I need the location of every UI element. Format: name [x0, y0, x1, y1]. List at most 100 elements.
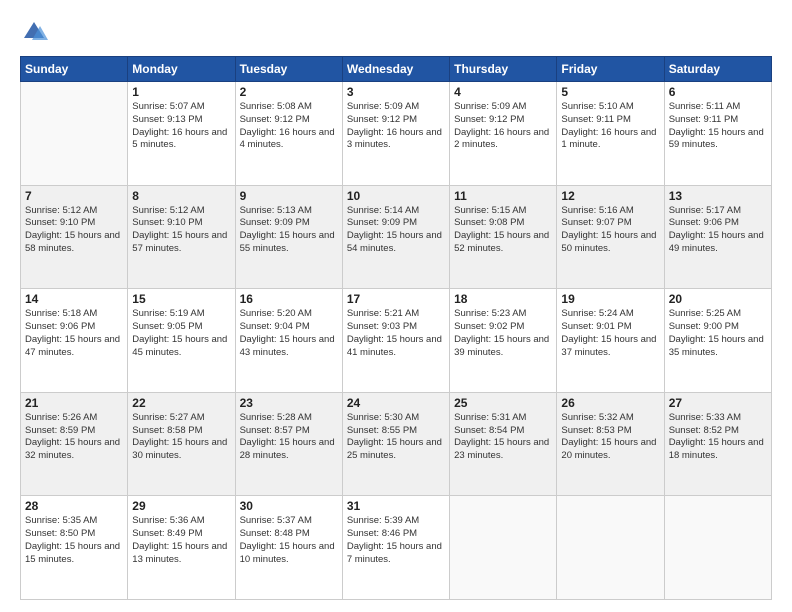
day-info: Sunrise: 5:16 AMSunset: 9:07 PMDaylight:… — [561, 205, 659, 256]
day-number: 25 — [454, 396, 552, 410]
calendar-cell: 14Sunrise: 5:18 AMSunset: 9:06 PMDayligh… — [21, 289, 128, 393]
day-number: 28 — [25, 499, 123, 513]
day-info: Sunrise: 5:23 AMSunset: 9:02 PMDaylight:… — [454, 308, 552, 359]
day-number: 29 — [132, 499, 230, 513]
calendar-week-row: 21Sunrise: 5:26 AMSunset: 8:59 PMDayligh… — [21, 392, 772, 496]
calendar-cell: 21Sunrise: 5:26 AMSunset: 8:59 PMDayligh… — [21, 392, 128, 496]
calendar-cell: 8 Sunrise: 5:12 AMSunset: 9:10 PMDaylight… — [128, 185, 235, 289]
calendar-cell — [21, 82, 128, 186]
calendar-cell: 26 Sunrise: 5:32 AMSunset: 8:53 PMDayligh… — [557, 392, 664, 496]
day-info: Sunrise: 5:09 AMSunset: 9:12 PMDaylight:… — [454, 101, 552, 152]
day-info: Sunrise: 5:24 AMSunset: 9:01 PMDaylight:… — [561, 308, 659, 359]
page: SundayMondayTuesdayWednesdayThursdayFrid… — [0, 0, 792, 612]
day-number: 3 — [347, 85, 445, 99]
calendar-cell: 25 Sunrise: 5:31 AMSunset: 8:54 PMDayligh… — [450, 392, 557, 496]
day-info: Sunrise: 5:36 AMSunset: 8:49 PMDaylight:… — [132, 515, 230, 566]
day-info: Sunrise: 5:12 AMSunset: 9:10 PMDaylight:… — [25, 205, 123, 256]
day-number: 7 — [25, 189, 123, 203]
day-info: Sunrise: 5:19 AMSunset: 9:05 PMDaylight:… — [132, 308, 230, 359]
calendar-cell: 15 Sunrise: 5:19 AMSunset: 9:05 PMDayligh… — [128, 289, 235, 393]
calendar-cell: 11 Sunrise: 5:15 AMSunset: 9:08 PMDayligh… — [450, 185, 557, 289]
day-number: 27 — [669, 396, 767, 410]
day-number: 15 — [132, 292, 230, 306]
calendar-cell: 24 Sunrise: 5:30 AMSunset: 8:55 PMDayligh… — [342, 392, 449, 496]
day-number: 8 — [132, 189, 230, 203]
calendar-cell: 23 Sunrise: 5:28 AMSunset: 8:57 PMDayligh… — [235, 392, 342, 496]
logo — [20, 18, 52, 46]
day-info: Sunrise: 5:25 AMSunset: 9:00 PMDaylight:… — [669, 308, 767, 359]
calendar-cell: 30 Sunrise: 5:37 AMSunset: 8:48 PMDayligh… — [235, 496, 342, 600]
day-number: 26 — [561, 396, 659, 410]
calendar-cell: 5Sunrise: 5:10 AMSunset: 9:11 PMDaylight… — [557, 82, 664, 186]
calendar-cell — [450, 496, 557, 600]
day-info: Sunrise: 5:28 AMSunset: 8:57 PMDaylight:… — [240, 412, 338, 463]
day-number: 13 — [669, 189, 767, 203]
day-info: Sunrise: 5:07 AMSunset: 9:13 PMDaylight:… — [132, 101, 230, 152]
col-header-saturday: Saturday — [664, 57, 771, 82]
calendar-cell: 29 Sunrise: 5:36 AMSunset: 8:49 PMDayligh… — [128, 496, 235, 600]
day-info: Sunrise: 5:12 AMSunset: 9:10 PMDaylight:… — [132, 205, 230, 256]
logo-icon — [20, 18, 48, 46]
col-header-friday: Friday — [557, 57, 664, 82]
calendar-cell — [664, 496, 771, 600]
day-info: Sunrise: 5:37 AMSunset: 8:48 PMDaylight:… — [240, 515, 338, 566]
calendar-cell: 3 Sunrise: 5:09 AMSunset: 9:12 PMDaylight… — [342, 82, 449, 186]
day-number: 22 — [132, 396, 230, 410]
col-header-thursday: Thursday — [450, 57, 557, 82]
day-info: Sunrise: 5:39 AMSunset: 8:46 PMDaylight:… — [347, 515, 445, 566]
day-number: 12 — [561, 189, 659, 203]
calendar-week-row: 1 Sunrise: 5:07 AMSunset: 9:13 PMDaylight… — [21, 82, 772, 186]
calendar-week-row: 28 Sunrise: 5:35 AMSunset: 8:50 PMDayligh… — [21, 496, 772, 600]
col-header-wednesday: Wednesday — [342, 57, 449, 82]
day-info: Sunrise: 5:08 AMSunset: 9:12 PMDaylight:… — [240, 101, 338, 152]
day-info: Sunrise: 5:17 AMSunset: 9:06 PMDaylight:… — [669, 205, 767, 256]
day-info: Sunrise: 5:20 AMSunset: 9:04 PMDaylight:… — [240, 308, 338, 359]
day-info: Sunrise: 5:18 AMSunset: 9:06 PMDaylight:… — [25, 308, 123, 359]
day-number: 19 — [561, 292, 659, 306]
day-info: Sunrise: 5:26 AMSunset: 8:59 PMDaylight:… — [25, 412, 123, 463]
day-info: Sunrise: 5:15 AMSunset: 9:08 PMDaylight:… — [454, 205, 552, 256]
calendar-cell: 4 Sunrise: 5:09 AMSunset: 9:12 PMDaylight… — [450, 82, 557, 186]
day-number: 30 — [240, 499, 338, 513]
day-number: 24 — [347, 396, 445, 410]
calendar-week-row: 7 Sunrise: 5:12 AMSunset: 9:10 PMDaylight… — [21, 185, 772, 289]
day-info: Sunrise: 5:11 AMSunset: 9:11 PMDaylight:… — [669, 101, 767, 152]
day-info: Sunrise: 5:31 AMSunset: 8:54 PMDaylight:… — [454, 412, 552, 463]
day-number: 9 — [240, 189, 338, 203]
day-info: Sunrise: 5:35 AMSunset: 8:50 PMDaylight:… — [25, 515, 123, 566]
day-number: 2 — [240, 85, 338, 99]
day-info: Sunrise: 5:27 AMSunset: 8:58 PMDaylight:… — [132, 412, 230, 463]
day-number: 16 — [240, 292, 338, 306]
calendar-cell: 27 Sunrise: 5:33 AMSunset: 8:52 PMDayligh… — [664, 392, 771, 496]
calendar-cell: 7 Sunrise: 5:12 AMSunset: 9:10 PMDaylight… — [21, 185, 128, 289]
calendar-cell: 22 Sunrise: 5:27 AMSunset: 8:58 PMDayligh… — [128, 392, 235, 496]
day-number: 11 — [454, 189, 552, 203]
day-info: Sunrise: 5:13 AMSunset: 9:09 PMDaylight:… — [240, 205, 338, 256]
calendar-cell: 9 Sunrise: 5:13 AMSunset: 9:09 PMDaylight… — [235, 185, 342, 289]
day-info: Sunrise: 5:32 AMSunset: 8:53 PMDaylight:… — [561, 412, 659, 463]
calendar-cell — [557, 496, 664, 600]
day-info: Sunrise: 5:09 AMSunset: 9:12 PMDaylight:… — [347, 101, 445, 152]
calendar-cell: 31Sunrise: 5:39 AMSunset: 8:46 PMDayligh… — [342, 496, 449, 600]
calendar-cell: 20Sunrise: 5:25 AMSunset: 9:00 PMDayligh… — [664, 289, 771, 393]
day-number: 1 — [132, 85, 230, 99]
day-number: 17 — [347, 292, 445, 306]
calendar-cell: 13 Sunrise: 5:17 AMSunset: 9:06 PMDayligh… — [664, 185, 771, 289]
day-info: Sunrise: 5:30 AMSunset: 8:55 PMDaylight:… — [347, 412, 445, 463]
calendar-cell: 6 Sunrise: 5:11 AMSunset: 9:11 PMDaylight… — [664, 82, 771, 186]
calendar-cell: 10Sunrise: 5:14 AMSunset: 9:09 PMDayligh… — [342, 185, 449, 289]
calendar-cell: 18 Sunrise: 5:23 AMSunset: 9:02 PMDayligh… — [450, 289, 557, 393]
day-number: 6 — [669, 85, 767, 99]
day-number: 23 — [240, 396, 338, 410]
col-header-sunday: Sunday — [21, 57, 128, 82]
calendar-cell: 12 Sunrise: 5:16 AMSunset: 9:07 PMDayligh… — [557, 185, 664, 289]
day-info: Sunrise: 5:33 AMSunset: 8:52 PMDaylight:… — [669, 412, 767, 463]
calendar-cell: 19 Sunrise: 5:24 AMSunset: 9:01 PMDayligh… — [557, 289, 664, 393]
col-header-tuesday: Tuesday — [235, 57, 342, 82]
day-number: 18 — [454, 292, 552, 306]
calendar-table: SundayMondayTuesdayWednesdayThursdayFrid… — [20, 56, 772, 600]
col-header-monday: Monday — [128, 57, 235, 82]
day-number: 4 — [454, 85, 552, 99]
calendar-cell: 17Sunrise: 5:21 AMSunset: 9:03 PMDayligh… — [342, 289, 449, 393]
calendar-cell: 28 Sunrise: 5:35 AMSunset: 8:50 PMDayligh… — [21, 496, 128, 600]
